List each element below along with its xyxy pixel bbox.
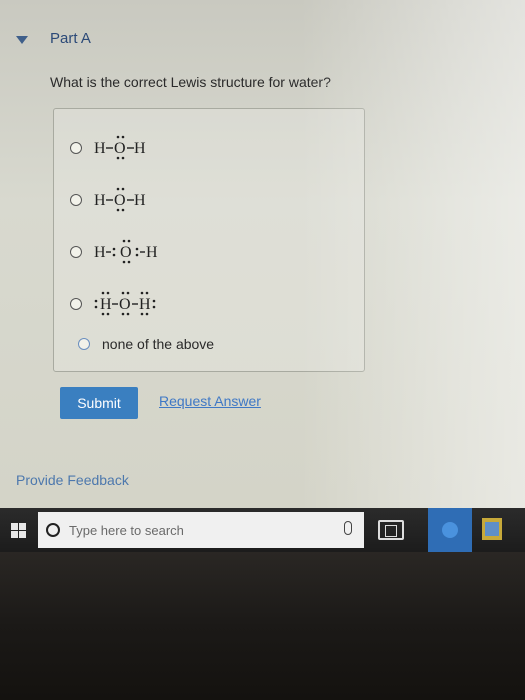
submit-button[interactable]: Submit <box>60 387 138 419</box>
svg-text:H: H <box>94 140 106 157</box>
answer-option-1[interactable]: H O H <box>70 135 164 160</box>
option-none-label: none of the above <box>102 336 215 352</box>
search-circle-icon <box>46 523 60 537</box>
answer-option-4[interactable]: H O H <box>70 291 174 316</box>
svg-text:H: H <box>100 296 112 313</box>
question-text: What is the correct Lewis structure for … <box>50 74 331 90</box>
svg-text:O: O <box>119 296 131 313</box>
radio-button[interactable] <box>70 246 82 258</box>
radio-button[interactable] <box>78 338 90 350</box>
lewis-diagram-3: H O H <box>94 239 158 264</box>
taskbar-search-box[interactable]: Type here to search <box>38 512 364 548</box>
lewis-structure-4: H O H <box>94 291 174 316</box>
svg-text:H: H <box>146 244 158 261</box>
app-icon[interactable] <box>428 508 472 552</box>
svg-text:H: H <box>134 140 146 157</box>
task-view-icon[interactable] <box>378 520 404 540</box>
lewis-structure-1: H O H <box>94 135 164 160</box>
file-explorer-icon[interactable] <box>482 518 502 540</box>
answer-option-5[interactable]: none of the above <box>78 336 214 352</box>
svg-text:H: H <box>139 296 151 313</box>
lewis-diagram-2: H O H <box>94 187 146 212</box>
svg-text:H: H <box>134 192 146 209</box>
lewis-structure-3: H O H <box>94 239 174 264</box>
provide-feedback-link[interactable]: Provide Feedback <box>16 472 129 488</box>
request-answer-link[interactable]: Request Answer <box>159 393 261 409</box>
search-placeholder: Type here to search <box>69 522 184 538</box>
part-title: Part A <box>50 30 91 47</box>
windows-start-icon[interactable] <box>0 508 36 552</box>
radio-button[interactable] <box>70 194 82 206</box>
lewis-diagram-4: H O H <box>94 291 156 316</box>
microphone-icon[interactable] <box>344 521 352 535</box>
svg-text:O: O <box>114 140 126 157</box>
svg-text:H: H <box>94 244 106 261</box>
taskbar: Type here to search <box>0 508 525 552</box>
collapse-caret-icon[interactable] <box>16 36 28 44</box>
part-header[interactable]: Part A <box>0 24 525 56</box>
svg-text:O: O <box>120 244 132 261</box>
answer-option-3[interactable]: H O H <box>70 239 174 264</box>
lewis-structure-2: H O H <box>94 187 164 212</box>
svg-text:H: H <box>94 192 106 209</box>
screen: Part A What is the correct Lewis structu… <box>0 0 525 508</box>
svg-text:O: O <box>114 192 126 209</box>
lewis-diagram-1: H O H <box>94 135 146 160</box>
answer-option-2[interactable]: H O H <box>70 187 164 212</box>
radio-button[interactable] <box>70 298 82 310</box>
monitor-bezel <box>0 552 525 700</box>
radio-button[interactable] <box>70 142 82 154</box>
